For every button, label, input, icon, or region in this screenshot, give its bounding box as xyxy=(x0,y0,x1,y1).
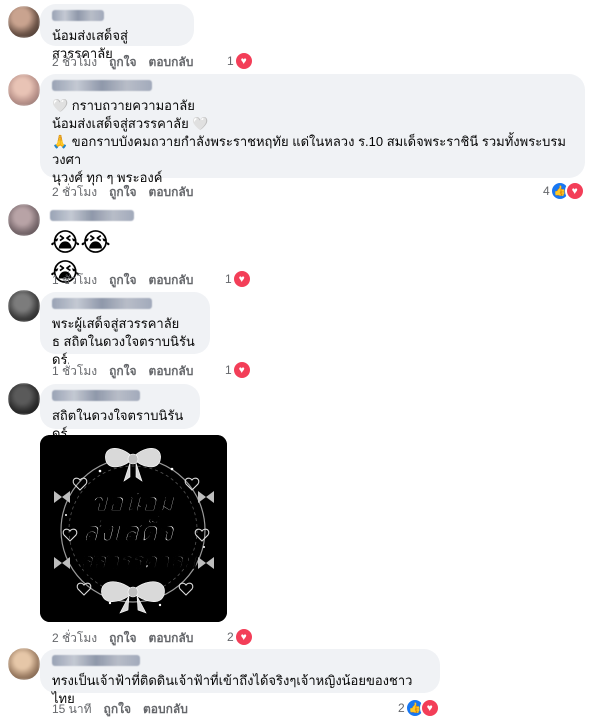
comment-time[interactable]: 15 นาที xyxy=(52,700,92,719)
like-button[interactable]: ถูกใจ xyxy=(109,53,136,72)
heart-icon: ♥ xyxy=(564,181,585,201)
avatar[interactable] xyxy=(8,204,40,236)
like-button[interactable]: ถูกใจ xyxy=(109,362,136,381)
reaction-summary[interactable]: 2 ♥ xyxy=(227,627,254,647)
commenter-name[interactable] xyxy=(52,390,140,401)
comment-actions: 15 นาที ถูกใจ ตอบกลับ xyxy=(52,700,188,719)
like-button[interactable]: ถูกใจ xyxy=(109,629,136,648)
sticker-line-2: ส่งเสด็จ xyxy=(82,514,176,548)
heart-icon: ♥ xyxy=(231,269,252,289)
reaction-summary[interactable]: 4 👍 ♥ xyxy=(543,181,585,201)
commenter-name[interactable] xyxy=(50,210,134,221)
avatar[interactable] xyxy=(8,383,40,415)
avatar[interactable] xyxy=(8,290,40,322)
avatar[interactable] xyxy=(8,74,40,106)
comment-time[interactable]: 2 ชั่วโมง xyxy=(52,629,97,648)
comment-bubble: น้อมส่งเสด็จสู่สวรรคาลัย xyxy=(40,4,194,61)
reaction-summary[interactable]: 1 ♥ xyxy=(227,51,254,71)
reaction-summary[interactable]: 2 👍 ♥ xyxy=(398,698,440,718)
reaction-summary[interactable]: 1 ♥ xyxy=(225,269,252,289)
reply-button[interactable]: ตอบกลับ xyxy=(149,362,194,381)
like-button[interactable]: ถูกใจ xyxy=(109,183,136,202)
comment-bubble: พระผู้เสด็จสู่สวรรคาลัย ธ สถิตในดวงใจตรา… xyxy=(40,292,210,367)
like-button[interactable]: ถูกใจ xyxy=(109,271,136,290)
avatar[interactable] xyxy=(8,648,40,680)
reaction-count: 1 xyxy=(227,54,234,68)
comment-bubble: ทรงเป็นเจ้าฟ้าที่ติดดินเจ้าฟ้าที่เข้าถึง… xyxy=(40,649,440,706)
heart-icon: ♥ xyxy=(233,627,254,647)
comment-bubble: สถิตในดวงใจตราบนิรันดร์ xyxy=(40,384,200,441)
reaction-count: 1 xyxy=(225,272,232,286)
heart-icon: ♥ xyxy=(233,51,254,71)
reply-button[interactable]: ตอบกลับ xyxy=(149,183,194,202)
comment-actions: 2 ชั่วโมง ถูกใจ ตอบกลับ xyxy=(52,53,193,72)
mourning-sticker[interactable]: ขอน้อม ส่งเสด็จ สู่สวรรคาลัย xyxy=(40,435,227,622)
commenter-name[interactable] xyxy=(52,298,152,309)
heart-icon: ♥ xyxy=(419,698,440,718)
comment-actions: 2 ชั่วโมง ถูกใจ ตอบกลับ xyxy=(52,183,193,202)
comment-bubble: 🤍 กราบถวายความอาลัย น้อมส่งเสด็จสู่สวรรค… xyxy=(40,74,585,185)
reaction-count: 2 xyxy=(398,701,405,715)
reaction-count: 2 xyxy=(227,630,234,644)
commenter-name[interactable] xyxy=(52,10,104,21)
reply-button[interactable]: ตอบกลับ xyxy=(143,700,188,719)
avatar[interactable] xyxy=(8,6,40,38)
reply-button[interactable]: ตอบกลับ xyxy=(149,53,194,72)
reaction-count: 4 xyxy=(543,184,550,198)
comment-time[interactable]: 1 ชั่วโมง xyxy=(52,362,97,381)
reply-button[interactable]: ตอบกลับ xyxy=(149,271,194,290)
comment-time[interactable]: 2 ชั่วโมง xyxy=(52,53,97,72)
comment-actions: 2 ชั่วโมง ถูกใจ ตอบกลับ xyxy=(52,629,193,648)
reaction-summary[interactable]: 1 ♥ xyxy=(225,360,252,380)
reaction-count: 1 xyxy=(225,363,232,377)
sticker-graphic: ขอน้อม ส่งเสด็จ สู่สวรรคาลัย xyxy=(40,435,227,622)
comment-time[interactable]: 1 ชั่วโมง xyxy=(52,271,97,290)
comment-actions: 1 ชั่วโมง ถูกใจ ตอบกลับ xyxy=(52,362,193,381)
sticker-line-1: ขอน้อม xyxy=(90,488,176,518)
comment-text: 🤍 กราบถวายความอาลัย น้อมส่งเสด็จสู่สวรรค… xyxy=(52,98,566,185)
comment-bubble: 😭😭😭 xyxy=(40,204,150,287)
reply-button[interactable]: ตอบกลับ xyxy=(149,629,194,648)
comment-actions: 1 ชั่วโมง ถูกใจ ตอบกลับ xyxy=(52,271,193,290)
commenter-name[interactable] xyxy=(52,80,152,91)
commenter-name[interactable] xyxy=(52,655,140,666)
comment-time[interactable]: 2 ชั่วโมง xyxy=(52,183,97,202)
sticker-line-3: สู่สวรรคาลัย xyxy=(80,549,198,575)
like-button[interactable]: ถูกใจ xyxy=(104,700,131,719)
heart-icon: ♥ xyxy=(231,360,252,380)
comment-text: พระผู้เสด็จสู่สวรรคาลัย ธ สถิตในดวงใจตรา… xyxy=(52,316,195,367)
